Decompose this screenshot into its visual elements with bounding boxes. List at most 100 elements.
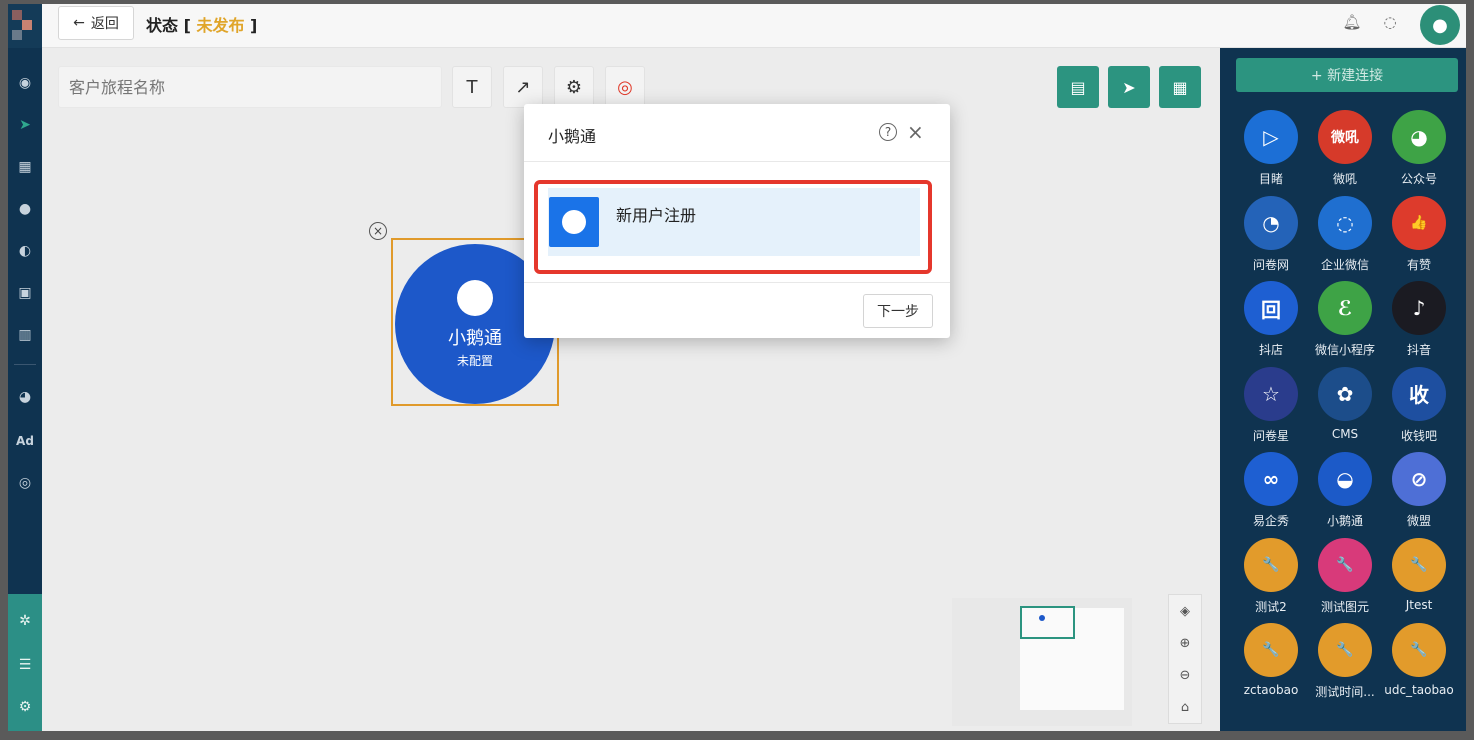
arrow-tool-button[interactable]: ↗ [503, 66, 543, 108]
back-button[interactable]: ← 返回 [58, 6, 134, 40]
connector-item[interactable]: 👍 有赞 [1382, 195, 1456, 273]
wrench-icon: 🔧 [1392, 623, 1446, 677]
wrench-icon: 🔧 [1244, 537, 1298, 592]
connector-label: 微信小程序 [1314, 343, 1375, 357]
dialog-title: 小鹅通 [548, 127, 597, 146]
next-step-button[interactable]: 下一步 [863, 294, 933, 328]
connector-item[interactable]: ♪ 抖音 [1382, 281, 1456, 358]
connector-item[interactable]: 🔧 测试时间... [1308, 623, 1382, 700]
bell-icon[interactable]: 🔔︎ [1342, 12, 1362, 32]
nav-divider [14, 364, 36, 365]
dashboard-icon[interactable]: ◉ [8, 68, 42, 98]
connector-item[interactable]: 🔧 测试图元 [1308, 537, 1382, 615]
settings-nav-icon[interactable]: ⚙ [8, 692, 42, 722]
connector-item[interactable]: ▷ 目睹 [1234, 110, 1308, 187]
users-icon[interactable]: ◐ [8, 236, 42, 266]
layout-icon[interactable]: ▦ [8, 152, 42, 182]
text-tool-icon: T [466, 76, 478, 98]
connector-item[interactable]: ℰ 微信小程序 [1308, 281, 1382, 358]
zoom-out-icon[interactable]: ⊖ [1169, 659, 1201, 691]
connector-label: 测试图元 [1320, 599, 1369, 614]
network-icon[interactable]: ✲ [8, 606, 42, 636]
connector-label: 问卷星 [1252, 428, 1289, 443]
connector-panel: + 新建连接 ▷ 目睹 微吼 微吼 ◕ 公众号 ◔ 问卷网 ◌ 企业微信 👍 有赞回抖店 ℰ 微信小程序 ♪… [1220, 48, 1466, 731]
app-logo [8, 4, 42, 48]
target-nav-icon[interactable]: ◎ [8, 468, 42, 498]
journey-name-input[interactable] [58, 66, 442, 108]
close-icon[interactable]: × [907, 120, 924, 144]
node-remove-button[interactable]: × [369, 222, 387, 240]
settings-tool-button[interactable]: ⚙ [554, 66, 594, 108]
connector-item[interactable]: 🔧 zctaobao [1234, 623, 1308, 697]
weihou-icon: 微吼 [1318, 110, 1372, 164]
connector-label: 收钱吧 [1400, 428, 1437, 443]
doudian-icon: 回 [1244, 281, 1298, 335]
connector-item[interactable]: 微吼 微吼 [1308, 110, 1382, 187]
user-icon[interactable]: ● [8, 194, 42, 224]
connector-item[interactable]: 收收钱吧 [1382, 366, 1456, 444]
bookmark-icon[interactable]: ▣ [8, 278, 42, 308]
minimap[interactable] [952, 598, 1132, 726]
server-icon[interactable]: ☰ [8, 650, 42, 680]
connector-item[interactable]: ◒ 小鹅通 [1308, 452, 1382, 529]
help-icon[interactable]: ? [879, 123, 897, 141]
message-icon[interactable]: ◌ [1380, 12, 1400, 32]
xiaoetong-icon [457, 279, 493, 316]
eqxiu-icon: ∞ [1244, 452, 1298, 506]
dialog-header: 小鹅通 ? × [524, 104, 950, 162]
wrench-icon: 🔧 [1244, 623, 1298, 677]
back-arrow-icon: ← [73, 15, 85, 31]
back-label: 返回 [90, 16, 119, 32]
star-icon: ☆ [1244, 366, 1298, 421]
connector-item[interactable]: ◌ 企业微信 [1308, 195, 1382, 273]
minimap-viewport[interactable] [1020, 606, 1075, 639]
connector-item[interactable]: ☆ 问卷星 [1234, 366, 1308, 444]
layout-icon: ▦ [1172, 77, 1188, 97]
arrow-tool-icon: ↗ [515, 76, 531, 98]
status-value: 未发布 [196, 16, 245, 35]
connector-item[interactable]: 🔧 udc_taobao [1382, 623, 1456, 697]
save-icon: ▤ [1070, 77, 1086, 97]
node-subtitle: 未配置 [456, 353, 493, 368]
publish-button[interactable]: ➤ [1108, 66, 1150, 108]
ad-icon[interactable]: Ad [8, 426, 42, 456]
connector-item[interactable]: ✿ CMS [1308, 366, 1382, 441]
close-circle-icon: × [372, 224, 384, 238]
connector-item[interactable]: 🔧 Jtest [1382, 537, 1456, 612]
connector-label: Jtest [1405, 597, 1433, 612]
left-nav: ◉ ➤ ▦ ● ◐ ▣ ▥ ◕ Ad ◎ ✲ ☰ ⚙ [8, 4, 42, 731]
new-connection-button[interactable]: + 新建连接 [1236, 58, 1458, 92]
text-tool-button[interactable]: T [452, 66, 492, 108]
avatar[interactable]: ● [1420, 5, 1460, 45]
wrench-icon: 🔧 [1318, 623, 1372, 677]
bar-chart-icon[interactable]: ▥ [8, 320, 42, 350]
connector-label: 目睹 [1258, 172, 1283, 186]
connector-item[interactable]: ⊘ 微盟 [1382, 452, 1456, 529]
save-button[interactable]: ▤ [1057, 66, 1099, 108]
connector-item[interactable]: ◔ 问卷网 [1234, 195, 1308, 273]
shouqianba-icon: 收 [1392, 366, 1446, 421]
douyin-icon: ♪ [1392, 281, 1446, 335]
connector-item[interactable]: ◕ 公众号 [1382, 110, 1456, 187]
fit-view-icon[interactable]: ⌂ [1169, 691, 1201, 723]
locate-icon[interactable]: ◈ [1169, 595, 1201, 627]
connector-label: 微吼 [1332, 172, 1357, 186]
connector-label: 测试2 [1255, 599, 1287, 614]
connector-label: 微盟 [1406, 514, 1431, 528]
wechat-nav-icon[interactable]: ◕ [8, 382, 42, 412]
goal-tool-button[interactable]: ◎ [605, 66, 645, 108]
wecom-icon: ◌ [1318, 195, 1372, 250]
xiaoetong-icon: ◒ [1318, 452, 1372, 506]
connector-label: 问卷网 [1252, 257, 1289, 272]
zoom-in-icon[interactable]: ⊕ [1169, 627, 1201, 659]
template-button[interactable]: ▦ [1159, 66, 1201, 108]
target-icon: ◎ [617, 76, 633, 98]
send-icon[interactable]: ➤ [8, 110, 42, 140]
connector-label: 抖店 [1258, 343, 1283, 357]
connector-item[interactable]: 回抖店 [1234, 281, 1308, 358]
connector-item[interactable]: ∞ 易企秀 [1234, 452, 1308, 529]
connector-item[interactable]: 🔧 测试2 [1234, 537, 1308, 615]
connector-label: 抖音 [1406, 343, 1431, 357]
dialog-footer-divider [524, 282, 950, 283]
connector-label: CMS [1331, 426, 1359, 441]
